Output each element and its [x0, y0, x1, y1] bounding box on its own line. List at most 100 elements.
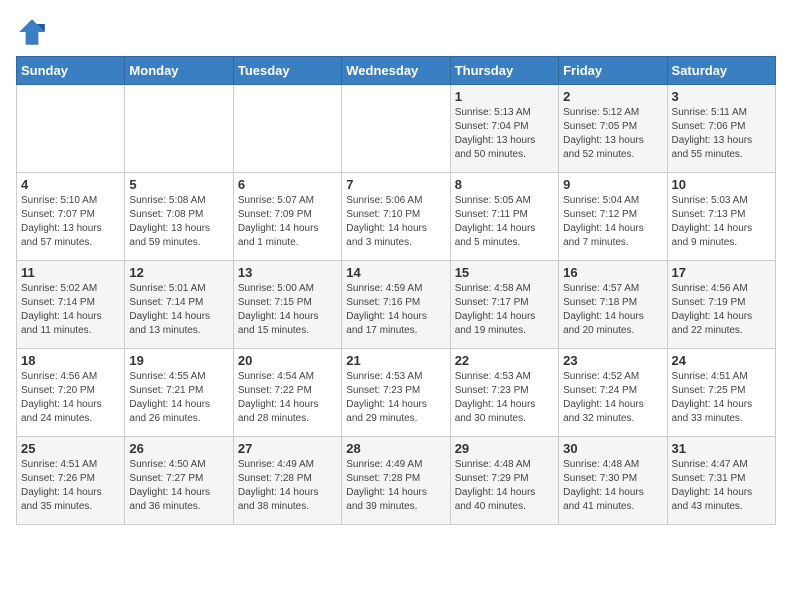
calendar-cell: 4 Sunrise: 5:10 AM Sunset: 7:07 PM Daylig… — [17, 173, 125, 261]
day-info: Sunrise: 5:06 AM Sunset: 7:10 PM Dayligh… — [346, 194, 445, 250]
day-number: 14 — [346, 265, 445, 280]
day-number: 9 — [563, 177, 662, 192]
day-info: Sunrise: 4:54 AM Sunset: 7:22 PM Dayligh… — [238, 370, 337, 426]
calendar-week: 25 Sunrise: 4:51 AM Sunset: 7:26 PM Dayli… — [17, 437, 776, 525]
calendar-cell: 9 Sunrise: 5:04 AM Sunset: 7:12 PM Daylig… — [559, 173, 667, 261]
day-info: Sunrise: 5:12 AM Sunset: 7:05 PM Dayligh… — [563, 106, 662, 162]
day-info: Sunrise: 5:07 AM Sunset: 7:09 PM Dayligh… — [238, 194, 337, 250]
calendar-cell: 14 Sunrise: 4:59 AM Sunset: 7:16 PM Dayli… — [342, 261, 450, 349]
calendar-cell: 10Sunrise: 5:03 AM Sunset: 7:13 PM Dayli… — [667, 173, 775, 261]
calendar-week: 18Sunrise: 4:56 AM Sunset: 7:20 PM Dayli… — [17, 349, 776, 437]
day-info: Sunrise: 4:53 AM Sunset: 7:23 PM Dayligh… — [455, 370, 554, 426]
day-number: 16 — [563, 265, 662, 280]
day-number: 5 — [129, 177, 228, 192]
calendar-week: 1 Sunrise: 5:13 AM Sunset: 7:04 PM Daylig… — [17, 85, 776, 173]
calendar-cell — [125, 85, 233, 173]
calendar-cell: 8Sunrise: 5:05 AM Sunset: 7:11 PM Daylig… — [450, 173, 558, 261]
calendar-cell: 3Sunrise: 5:11 AM Sunset: 7:06 PM Daylig… — [667, 85, 775, 173]
header-row: SundayMondayTuesdayWednesdayThursdayFrid… — [17, 57, 776, 85]
calendar-cell: 18Sunrise: 4:56 AM Sunset: 7:20 PM Dayli… — [17, 349, 125, 437]
calendar-cell: 12Sunrise: 5:01 AM Sunset: 7:14 PM Dayli… — [125, 261, 233, 349]
day-info: Sunrise: 5:13 AM Sunset: 7:04 PM Dayligh… — [455, 106, 554, 162]
day-info: Sunrise: 4:51 AM Sunset: 7:25 PM Dayligh… — [672, 370, 771, 426]
calendar-cell: 24 Sunrise: 4:51 AM Sunset: 7:25 PM Dayli… — [667, 349, 775, 437]
day-info: Sunrise: 5:08 AM Sunset: 7:08 PM Dayligh… — [129, 194, 228, 250]
day-number: 29 — [455, 441, 554, 456]
day-number: 18 — [21, 353, 120, 368]
day-number: 4 — [21, 177, 120, 192]
day-info: Sunrise: 4:50 AM Sunset: 7:27 PM Dayligh… — [129, 458, 228, 514]
day-number: 7 — [346, 177, 445, 192]
header-day: Friday — [559, 57, 667, 85]
calendar-cell — [17, 85, 125, 173]
calendar-cell: 16 Sunrise: 4:57 AM Sunset: 7:18 PM Dayli… — [559, 261, 667, 349]
calendar-week: 4 Sunrise: 5:10 AM Sunset: 7:07 PM Daylig… — [17, 173, 776, 261]
day-info: Sunrise: 4:56 AM Sunset: 7:19 PM Dayligh… — [672, 282, 771, 338]
calendar-cell: 21Sunrise: 4:53 AM Sunset: 7:23 PM Dayli… — [342, 349, 450, 437]
day-info: Sunrise: 5:01 AM Sunset: 7:14 PM Dayligh… — [129, 282, 228, 338]
day-info: Sunrise: 4:52 AM Sunset: 7:24 PM Dayligh… — [563, 370, 662, 426]
day-number: 10 — [672, 177, 771, 192]
header-day: Tuesday — [233, 57, 341, 85]
header-day: Saturday — [667, 57, 775, 85]
day-info: Sunrise: 5:04 AM Sunset: 7:12 PM Dayligh… — [563, 194, 662, 250]
day-number: 2 — [563, 89, 662, 104]
calendar-cell: 11 Sunrise: 5:02 AM Sunset: 7:14 PM Dayli… — [17, 261, 125, 349]
day-info: Sunrise: 5:10 AM Sunset: 7:07 PM Dayligh… — [21, 194, 120, 250]
day-number: 26 — [129, 441, 228, 456]
header-day: Monday — [125, 57, 233, 85]
day-info: Sunrise: 4:51 AM Sunset: 7:26 PM Dayligh… — [21, 458, 120, 514]
day-number: 24 — [672, 353, 771, 368]
day-number: 1 — [455, 89, 554, 104]
calendar-cell: 13 Sunrise: 5:00 AM Sunset: 7:15 PM Dayli… — [233, 261, 341, 349]
day-info: Sunrise: 4:55 AM Sunset: 7:21 PM Dayligh… — [129, 370, 228, 426]
day-number: 27 — [238, 441, 337, 456]
day-info: Sunrise: 4:58 AM Sunset: 7:17 PM Dayligh… — [455, 282, 554, 338]
day-number: 17 — [672, 265, 771, 280]
day-number: 13 — [238, 265, 337, 280]
calendar-cell: 1 Sunrise: 5:13 AM Sunset: 7:04 PM Daylig… — [450, 85, 558, 173]
calendar-cell: 30 Sunrise: 4:48 AM Sunset: 7:30 PM Dayli… — [559, 437, 667, 525]
calendar-cell: 2 Sunrise: 5:12 AM Sunset: 7:05 PM Daylig… — [559, 85, 667, 173]
day-info: Sunrise: 4:47 AM Sunset: 7:31 PM Dayligh… — [672, 458, 771, 514]
logo-icon — [16, 16, 48, 48]
day-info: Sunrise: 4:49 AM Sunset: 7:28 PM Dayligh… — [346, 458, 445, 514]
day-number: 11 — [21, 265, 120, 280]
day-info: Sunrise: 5:00 AM Sunset: 7:15 PM Dayligh… — [238, 282, 337, 338]
calendar-cell: 27 Sunrise: 4:49 AM Sunset: 7:28 PM Dayli… — [233, 437, 341, 525]
day-info: Sunrise: 4:49 AM Sunset: 7:28 PM Dayligh… — [238, 458, 337, 514]
day-number: 30 — [563, 441, 662, 456]
day-number: 15 — [455, 265, 554, 280]
calendar-cell — [342, 85, 450, 173]
calendar-cell: 15 Sunrise: 4:58 AM Sunset: 7:17 PM Dayli… — [450, 261, 558, 349]
calendar-cell: 31 Sunrise: 4:47 AM Sunset: 7:31 PM Dayli… — [667, 437, 775, 525]
calendar-cell: 17 Sunrise: 4:56 AM Sunset: 7:19 PM Dayli… — [667, 261, 775, 349]
day-info: Sunrise: 5:05 AM Sunset: 7:11 PM Dayligh… — [455, 194, 554, 250]
calendar-cell: 25 Sunrise: 4:51 AM Sunset: 7:26 PM Dayli… — [17, 437, 125, 525]
logo — [16, 16, 52, 48]
day-info: Sunrise: 4:57 AM Sunset: 7:18 PM Dayligh… — [563, 282, 662, 338]
day-number: 31 — [672, 441, 771, 456]
header-day: Sunday — [17, 57, 125, 85]
calendar-cell: 5 Sunrise: 5:08 AM Sunset: 7:08 PM Daylig… — [125, 173, 233, 261]
day-number: 28 — [346, 441, 445, 456]
day-info: Sunrise: 4:53 AM Sunset: 7:23 PM Dayligh… — [346, 370, 445, 426]
day-number: 6 — [238, 177, 337, 192]
calendar-cell: 28 Sunrise: 4:49 AM Sunset: 7:28 PM Dayli… — [342, 437, 450, 525]
calendar-cell: 20 Sunrise: 4:54 AM Sunset: 7:22 PM Dayli… — [233, 349, 341, 437]
day-number: 20 — [238, 353, 337, 368]
day-number: 3 — [672, 89, 771, 104]
day-info: Sunrise: 4:48 AM Sunset: 7:30 PM Dayligh… — [563, 458, 662, 514]
header-day: Thursday — [450, 57, 558, 85]
day-info: Sunrise: 5:02 AM Sunset: 7:14 PM Dayligh… — [21, 282, 120, 338]
day-number: 19 — [129, 353, 228, 368]
header-day: Wednesday — [342, 57, 450, 85]
calendar-header: SundayMondayTuesdayWednesdayThursdayFrid… — [17, 57, 776, 85]
calendar-cell: 29Sunrise: 4:48 AM Sunset: 7:29 PM Dayli… — [450, 437, 558, 525]
day-info: Sunrise: 4:59 AM Sunset: 7:16 PM Dayligh… — [346, 282, 445, 338]
calendar-cell: 22Sunrise: 4:53 AM Sunset: 7:23 PM Dayli… — [450, 349, 558, 437]
calendar-cell — [233, 85, 341, 173]
day-number: 25 — [21, 441, 120, 456]
calendar-body: 1 Sunrise: 5:13 AM Sunset: 7:04 PM Daylig… — [17, 85, 776, 525]
day-number: 23 — [563, 353, 662, 368]
